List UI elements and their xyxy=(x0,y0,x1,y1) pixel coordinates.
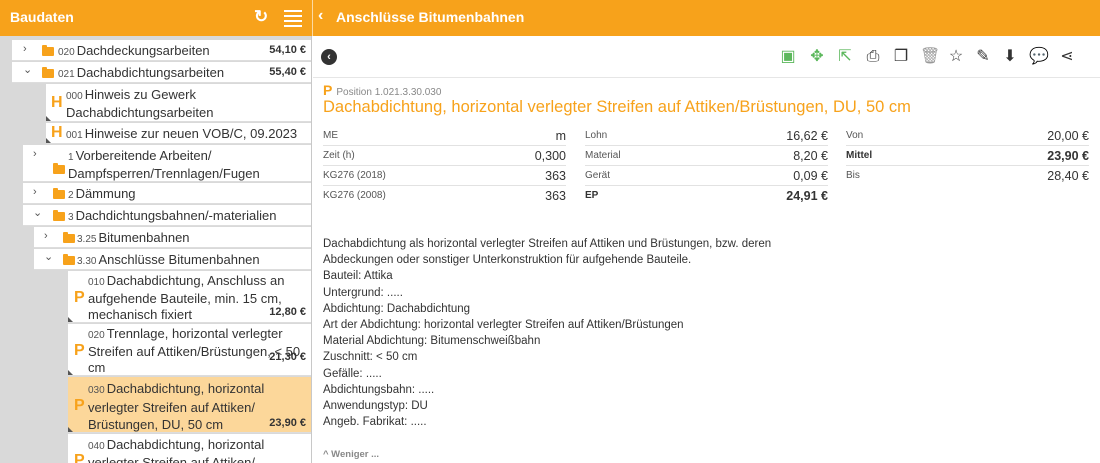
position-title: Dachabdichtung, horizontal verlegter Str… xyxy=(323,98,911,116)
print-icon[interactable]: ⎙ xyxy=(864,48,882,66)
tree-item-text: 3.30 Anschlüsse Bitumenbahnen xyxy=(77,252,260,267)
menu-icon[interactable] xyxy=(284,10,302,27)
tree-item-021[interactable]: ⌄ 021 Dachabdichtungsarbeiten 55,40 € xyxy=(12,62,311,83)
folder-icon xyxy=(53,210,65,221)
tree-item-position-030-selected[interactable]: P 030 Dachabdichtung, horizontal verlegter… xyxy=(68,377,311,433)
position-letter-icon: P xyxy=(74,397,85,414)
details-column-3: Von 20,00 € Mittel 23,90 € Bis 28,40 € xyxy=(846,126,1089,186)
hinweis-letter-icon: H xyxy=(51,94,63,111)
share-icon[interactable]: ⋖ xyxy=(1058,48,1076,66)
tree-item-text: 030 Dachabdichtung, horizontal verlegter S… xyxy=(88,381,265,432)
copy-to-project-icon[interactable]: ▣ xyxy=(779,48,797,66)
tree-item-020[interactable]: › 020 Dachdeckungsarbeiten 54,10 € xyxy=(12,40,311,61)
tree-item-text: 010 Dachabdichtung, Anschluss an aufgehend… xyxy=(88,273,285,322)
move-icon[interactable]: ✥ xyxy=(808,48,826,66)
detail-row: Lohn 16,62 € xyxy=(585,126,828,146)
detail-row: EP 24,91 € xyxy=(585,189,828,203)
trash-icon[interactable]: 🗑 xyxy=(920,48,940,66)
tree-item-text: 2 Dämmung xyxy=(68,186,136,201)
tree-item-text: 3 Dachdichtungsbahnen/-materialien xyxy=(68,208,277,223)
tree-item-hinweis-000[interactable]: H 000 Hinweis zu Gewerk Dachabdichtungsarb… xyxy=(46,84,311,122)
refresh-icon[interactable]: ↻ xyxy=(254,7,268,27)
external-link-icon[interactable]: ⇱ xyxy=(836,48,854,66)
tree-item-text: 040 Dachabdichtung, horizontal verlegter S… xyxy=(88,437,265,463)
folder-icon xyxy=(53,188,65,199)
tree-item-hinweis-001[interactable]: H 001 Hinweise zur neuen VOB/C, 09.2023 xyxy=(46,123,311,144)
tree-item-2[interactable]: › 2 Dämmung xyxy=(23,183,311,204)
tree-item-price: 54,10 € xyxy=(269,44,306,56)
chevron-right-icon[interactable]: › xyxy=(33,186,37,198)
detail-row: Bis 28,40 € xyxy=(846,169,1089,183)
tree-item-text: 001 Hinweise zur neuen VOB/C, 09.2023 xyxy=(66,126,298,141)
folder-icon xyxy=(42,67,54,78)
detail-row: KG276 (2008) 363 xyxy=(323,189,566,203)
folder-icon xyxy=(63,232,75,243)
tree-item-3[interactable]: ⌄ 3 Dachdichtungsbahnen/-materialien xyxy=(23,205,311,226)
tree-item-price: 23,90 € xyxy=(269,417,306,429)
corner-mark xyxy=(68,427,73,432)
position-letter-icon: P xyxy=(74,289,85,306)
detail-row: Von 20,00 € xyxy=(846,126,1089,146)
chevron-down-icon[interactable]: ⌄ xyxy=(23,63,32,76)
pencil-icon[interactable]: ✎ xyxy=(974,48,992,66)
tree-item-3-25[interactable]: › 3.25 Bitumenbahnen xyxy=(34,227,311,248)
show-less-link[interactable]: ^ Weniger ... xyxy=(323,449,379,460)
position-letter-icon: P xyxy=(74,342,85,359)
folder-icon xyxy=(63,254,75,265)
position-letter-icon: P xyxy=(323,82,333,98)
tree-sidebar: › 020 Dachdeckungsarbeiten 54,10 € ⌄ 021 D… xyxy=(0,36,312,463)
chevron-right-icon[interactable]: › xyxy=(33,148,37,160)
folder-icon xyxy=(53,163,65,174)
corner-mark xyxy=(68,370,73,375)
position-letter-icon: P xyxy=(74,452,85,463)
tree-item-text: 3.25 Bitumenbahnen xyxy=(77,230,190,245)
detail-panel: ‹ ▣ ✥ ⇱ ⎙ ❐ 🗑 ☆ ✎ ⬇ 💬 ⋖ P Position 1.021.… xyxy=(313,36,1100,463)
sidebar-title: Baudaten xyxy=(10,9,74,25)
tree-item-1[interactable]: › 1 Vorbereitende Arbeiten/Dampfsperren/T… xyxy=(23,145,311,182)
hinweis-letter-icon: H xyxy=(51,124,63,141)
corner-mark xyxy=(68,317,73,322)
back-circle-icon[interactable]: ‹ xyxy=(321,49,337,65)
folder-icon xyxy=(42,45,54,56)
tree-item-text: 021 Dachabdichtungsarbeiten xyxy=(58,65,225,80)
description-text: Dachabdichtung als horizontal verlegter … xyxy=(323,238,772,429)
tree-item-position-020[interactable]: P 020 Trennlage, horizontal verlegter Stre… xyxy=(68,324,311,376)
tree-item-position-010[interactable]: P 010 Dachabdichtung, Anschluss an aufgehe… xyxy=(68,271,311,323)
tree-item-text: 1 Vorbereitende Arbeiten/Dampfsperren/Tre… xyxy=(68,148,260,181)
detail-row: Gerät 0,09 € xyxy=(585,166,828,186)
corner-mark xyxy=(46,116,51,121)
detail-row: Material 8,20 € xyxy=(585,146,828,166)
toolbar: ‹ ▣ ✥ ⇱ ⎙ ❐ 🗑 ☆ ✎ ⬇ 💬 ⋖ xyxy=(313,36,1100,78)
tree-item-text: 020 Dachdeckungsarbeiten xyxy=(58,43,210,58)
tree-item-price: 55,40 € xyxy=(269,66,306,78)
detail-row: Zeit (h) 0,300 xyxy=(323,146,566,166)
top-bar: Baudaten ↻ ‹ Anschlüsse Bitumenbahnen xyxy=(0,0,1100,36)
chevron-down-icon[interactable]: ⌄ xyxy=(44,250,53,263)
corner-mark xyxy=(46,138,51,143)
tree-item-price: 12,80 € xyxy=(269,306,306,318)
header-divider xyxy=(312,0,313,36)
position-number: P Position 1.021.3.30.030 xyxy=(323,82,442,98)
comment-icon[interactable]: 💬 xyxy=(1029,48,1049,66)
details-column-2: Lohn 16,62 € Material 8,20 € Gerät 0,09 € E… xyxy=(585,126,828,206)
back-chevron-icon[interactable]: ‹ xyxy=(318,7,323,25)
star-icon[interactable]: ☆ xyxy=(947,48,965,66)
tree-item-position-040[interactable]: P 040 Dachabdichtung, horizontal verlegter… xyxy=(68,434,311,463)
details-column-1: ME m Zeit (h) 0,300 KG276 (2018) 363 KG276 … xyxy=(323,126,566,206)
chevron-down-icon[interactable]: ⌄ xyxy=(33,206,42,219)
chevron-right-icon[interactable]: › xyxy=(44,230,48,242)
duplicate-icon[interactable]: ❐ xyxy=(892,48,910,66)
detail-row: Mittel 23,90 € xyxy=(846,146,1089,166)
chevron-right-icon[interactable]: › xyxy=(23,43,27,55)
tree-item-price: 21,30 € xyxy=(269,351,306,363)
tree-item-text: 020 Trennlage, horizontal verlegter Streif… xyxy=(88,326,301,375)
tree-item-3-30[interactable]: ⌄ 3.30 Anschlüsse Bitumenbahnen xyxy=(34,249,311,270)
page-title: Anschlüsse Bitumenbahnen xyxy=(336,9,525,25)
detail-row: KG276 (2018) 363 xyxy=(323,166,566,186)
download-icon[interactable]: ⬇ xyxy=(1001,48,1019,66)
detail-row: ME m xyxy=(323,126,566,146)
tree-item-text: 000 Hinweis zu Gewerk Dachabdichtungsarbei… xyxy=(66,87,214,120)
